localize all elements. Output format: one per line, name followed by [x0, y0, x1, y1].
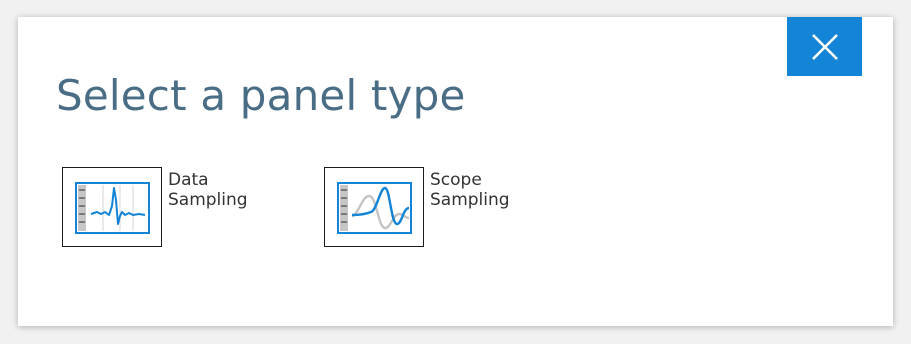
panel-type-dialog: Select a panel type Data Sampling Scope … — [18, 17, 893, 326]
scope-sampling-label[interactable]: Scope Sampling — [430, 170, 510, 210]
scope-sampling-thumbnail[interactable] — [324, 167, 424, 247]
panel-option-data-sampling[interactable]: Data Sampling — [62, 167, 282, 247]
data-sampling-chart-icon — [75, 182, 150, 234]
scope-sampling-chart-icon — [337, 182, 412, 234]
data-sampling-label[interactable]: Data Sampling — [168, 170, 248, 210]
panel-option-scope-sampling[interactable]: Scope Sampling — [324, 167, 544, 247]
data-sampling-thumbnail[interactable] — [62, 167, 162, 247]
close-icon — [811, 33, 838, 60]
dialog-title: Select a panel type — [56, 71, 466, 120]
close-button[interactable] — [787, 17, 862, 76]
